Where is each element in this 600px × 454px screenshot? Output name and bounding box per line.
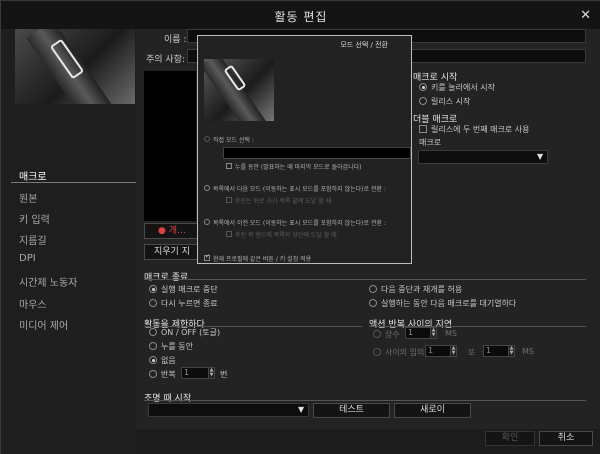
double-macro-dropdown[interactable] <box>418 150 548 164</box>
limit-toggle-radio[interactable] <box>149 328 157 336</box>
popup-next-wrap-label: 후진는 뒤로 가기 목록 끝에 도달 할 때 <box>235 198 332 205</box>
lighting-dropdown[interactable] <box>148 403 309 417</box>
notes-label: 주의 사항: <box>146 55 186 65</box>
delay-constant-radio[interactable] <box>373 330 381 338</box>
delay-random-label: 사이의 임의 <box>385 348 425 357</box>
mode-switch-popup: 모드 선택 / 전환 직접 모드 선택 : 누를 동안 (발표하는 때 마지막 … <box>197 35 412 264</box>
divider <box>144 279 586 280</box>
macro-end-allow-resume-radio[interactable] <box>369 285 377 293</box>
popup-direct-mode-label: 직접 모드 선택 : <box>213 137 254 144</box>
macro-end-press-again-label: 다시 누르면 종료 <box>161 299 218 308</box>
delay-ms2-label: MS <box>522 347 534 356</box>
limit-repeat-label: 반복 <box>161 370 176 379</box>
chevron-down-icon[interactable]: ▼ <box>298 405 304 414</box>
close-icon[interactable]: ✕ <box>580 8 591 23</box>
delay-constant-input[interactable]: 1 <box>405 327 431 339</box>
macro-end-allow-resume-label: 다음 중단과 재개를 허용 <box>381 285 463 294</box>
limit-toggle-label: ON / OFF (토글) <box>161 328 221 337</box>
popup-direct-mode-radio[interactable] <box>204 136 210 142</box>
sidebar-item-keystroke[interactable]: 키 입력 <box>19 211 50 226</box>
popup-hold-label: 누를 동안 (발표하는 때 마지막 모드로 돌아갑니다) <box>235 164 362 171</box>
macro-end-queue-radio[interactable] <box>369 299 377 307</box>
popup-mode-select[interactable] <box>223 147 411 159</box>
name-label: 이름 : <box>164 35 187 45</box>
title-bar: 활동 편집 ✕ <box>1 1 600 29</box>
double-macro-check-label: 릴리스에 두 번째 매크로 사용 <box>431 125 530 134</box>
limit-none-radio[interactable] <box>149 356 157 364</box>
limit-none-label: 없음 <box>161 356 176 365</box>
limit-repeat-radio[interactable] <box>149 370 157 378</box>
macro-end-press-again-radio[interactable] <box>149 299 157 307</box>
delay-constant-stepper[interactable]: ▲ ▼ <box>430 327 437 339</box>
double-macro-label: 매크로 <box>419 138 442 147</box>
delay-random-from-input[interactable]: 1 <box>425 345 451 357</box>
macro-end-queue-label: 실행하는 동안 다음 매크로를 대기열하다 <box>381 299 517 308</box>
repeat-unit-label: 번 <box>220 370 228 379</box>
macro-end-stop-label: 실행 매크로 중단 <box>161 285 218 294</box>
repeat-stepper[interactable]: ▲ ▼ <box>208 367 215 379</box>
record-button[interactable]: ● 개… <box>144 223 200 239</box>
sidebar-item-timer[interactable]: 시간제 노동자 <box>19 274 77 289</box>
popup-apply-checkbox[interactable] <box>204 253 210 261</box>
popup-prev-wrap-checkbox[interactable] <box>226 231 232 237</box>
cancel-button[interactable]: 취소 <box>539 431 593 446</box>
sidebar-active-underline <box>11 182 136 183</box>
sidebar-item-original[interactable]: 원본 <box>19 190 37 205</box>
chevron-down-icon[interactable]: ▼ <box>537 152 543 161</box>
macro-end-stop-radio[interactable] <box>149 285 157 293</box>
limit-hold-label: 누를 동안 <box>161 342 193 351</box>
ok-button[interactable]: 확인 <box>485 431 535 446</box>
popup-title: 모드 선택 / 전환 <box>340 41 388 49</box>
macro-start-press-radio[interactable] <box>419 83 427 91</box>
divider <box>369 326 586 327</box>
refresh-button[interactable]: 새로이 <box>394 403 471 418</box>
window-title: 활동 편집 <box>274 10 328 24</box>
delay-random-radio[interactable] <box>373 348 381 356</box>
macro-start-press-label: 키를 눌러에서 시작 <box>431 83 495 92</box>
sidebar-item-mouse[interactable]: 마우스 <box>19 296 47 311</box>
delay-random-from-stepper[interactable]: ▲ ▼ <box>450 345 457 357</box>
edit-action-window: 활동 편집 ✕ 매크로 원본 키 입력 지름길 DPI 시간제 노동자 마우스 … <box>0 0 600 454</box>
macro-start-release-radio[interactable] <box>419 97 427 105</box>
clear-button[interactable]: 지우기 지 <box>144 244 200 260</box>
popup-next-mode-label: 목록에서 다음 모드 (이동하는 표시 모드를 포함하지 않는다)로 전환 : <box>213 186 386 193</box>
divider <box>144 400 586 401</box>
macro-start-release-label: 릴리스 시작 <box>431 97 471 106</box>
test-button[interactable]: 테스트 <box>313 403 390 418</box>
popup-apply-label: 현재 프로필에 같은 버튼 / 키 설정 적용 <box>213 256 312 263</box>
sidebar-item-shortcut[interactable]: 지름길 <box>19 232 47 247</box>
popup-next-wrap-checkbox[interactable] <box>226 197 232 203</box>
popup-hold-checkbox[interactable] <box>226 163 232 169</box>
popup-prev-mode-radio[interactable] <box>204 219 210 225</box>
sidebar-item-macro[interactable]: 매크로 <box>19 168 47 183</box>
sidebar-item-media[interactable]: 미디어 제어 <box>19 317 68 332</box>
macro-event-list[interactable] <box>144 71 196 221</box>
popup-prev-wrap-label: 후진 목 엔드에 목록의 상단에 도달 할 때 <box>235 232 337 239</box>
double-macro-checkbox[interactable] <box>419 125 427 133</box>
popup-device-thumbnail <box>204 59 274 121</box>
macro-end-title: 매크로 종료 <box>144 273 189 283</box>
delay-random-to-stepper[interactable]: ▲ ▼ <box>508 345 515 357</box>
delay-constant-label: 상수 <box>385 330 400 339</box>
popup-next-mode-radio[interactable] <box>204 185 210 191</box>
repeat-count-input[interactable]: 1 <box>181 367 209 379</box>
sidebar-item-dpi[interactable]: DPI <box>19 253 36 264</box>
delay-random-and-label: 또 <box>468 348 476 357</box>
device-thumbnail <box>15 29 135 104</box>
delay-ms-label: MS <box>445 329 457 338</box>
delay-random-to-input[interactable]: 1 <box>483 345 509 357</box>
popup-prev-mode-label: 목록에서 이전 모드 (이동하는 표시 모드를 포함하지 않는다)로 전환 : <box>213 220 386 227</box>
limit-hold-radio[interactable] <box>149 342 157 350</box>
